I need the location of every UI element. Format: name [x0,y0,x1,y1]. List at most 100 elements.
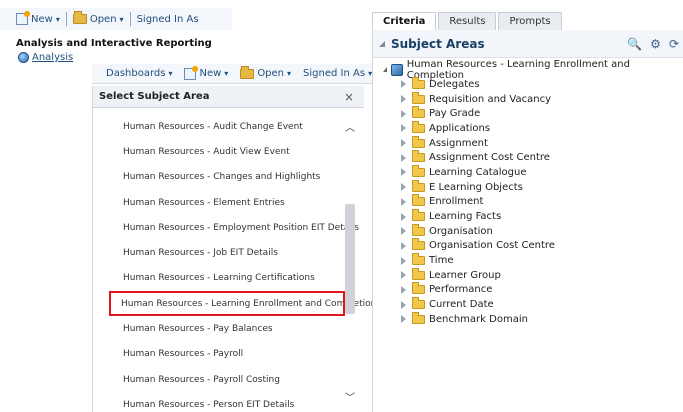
tree-folder[interactable]: Current Date [373,297,683,312]
subject-area-icon [391,63,403,76]
secondary-toolbar: Dashboards ▾ New ▾ Open ▾ Signed In As ▾ [92,64,372,84]
folder-icon [412,267,425,280]
tree-folder[interactable]: Applications [373,120,683,136]
folder-icon [412,150,425,163]
list-item[interactable]: Human Resources - Learning Certification… [93,266,345,291]
new-menu-button[interactable]: New ▾ [16,11,60,25]
tree-folder[interactable]: Learning Catalogue [373,164,683,180]
list-item[interactable]: Human Resources - Job EIT Details [93,240,345,265]
tree-root[interactable]: Human Resources - Learning Enrollment an… [373,59,683,81]
tree-folder-label: Learning Catalogue [429,166,527,178]
tree-folder-label: Learning Facts [429,211,502,223]
tab-criteria[interactable]: Criteria [372,12,437,30]
expand-icon[interactable] [401,168,406,177]
subject-areas-panel: Subject Areas 🔍 ⚙ ⟳ Human Resources - Le… [372,30,683,412]
collapse-icon[interactable] [379,40,385,47]
expand-icon[interactable] [401,183,406,192]
tree-folder-label: Performance [429,284,493,296]
list-item[interactable]: Human Resources - Employment Position EI… [93,215,359,240]
dialog-header: Select Subject Area × [93,86,364,108]
expand-icon[interactable] [401,315,406,324]
new-icon [16,11,30,25]
tree-folder[interactable]: Benchmark Domain [373,311,683,327]
analysis-link[interactable]: Analysis [18,52,73,63]
list-item[interactable]: Human Resources - Payroll [93,342,345,367]
signed-in-label: Signed In As [303,68,366,79]
expand-icon[interactable] [401,197,406,206]
tree-folder[interactable]: Requisition and Vacancy [373,91,683,107]
tree-folder[interactable]: Pay Grade [373,106,683,121]
expand-icon[interactable] [401,227,406,236]
tree-folder-label: Assignment [429,137,488,149]
new-menu-button[interactable]: New ▾ [184,65,228,80]
tree-folder-label: Time [429,255,454,267]
scroll-thumb[interactable] [345,204,355,314]
search-icon[interactable]: 🔍 [627,37,642,51]
subject-areas-title: Subject Areas [391,36,485,51]
folder-icon [412,120,425,133]
dashboards-menu-button[interactable]: Dashboards ▾ [106,68,172,79]
analysis-link-label: Analysis [32,52,74,63]
expand-icon[interactable] [401,124,406,133]
expand-icon[interactable] [401,241,406,250]
tree-folder[interactable]: Enrollment [373,194,683,210]
folder-icon [412,179,425,192]
tab-results[interactable]: Results [438,12,497,30]
tree-folder-label: Assignment Cost Centre [429,152,550,164]
close-icon[interactable]: × [344,90,354,104]
tree-folder-label: Applications [429,122,491,134]
tree-folder[interactable]: Learner Group [373,267,683,283]
signed-in-menu[interactable]: Signed In As [137,14,199,25]
view-options-icon[interactable]: ⚙ [650,37,661,51]
list-item[interactable]: Human Resources - Payroll Costing [93,367,345,392]
tree-folder[interactable]: Time [373,253,683,268]
dashboards-label: Dashboards [106,68,166,79]
tree-folder[interactable]: Performance [373,282,683,298]
expand-icon[interactable] [401,212,406,221]
subject-area-list: Human Resources - Audit Change Event Huma… [93,114,376,412]
toolbar-divider [65,12,67,26]
scroll-down-icon[interactable]: ﹀ [343,392,357,406]
tree-folder[interactable]: Organisation [373,223,683,239]
open-menu-button[interactable]: Open ▾ [72,11,124,25]
open-menu-button[interactable]: Open ▾ [240,65,291,79]
tree-folder[interactable]: Learning Facts [373,209,683,224]
scroll-up-icon[interactable]: ︿ [343,122,357,136]
expand-icon[interactable] [401,285,406,294]
list-item[interactable]: Human Resources - Audit Change Event [93,114,345,139]
list-item[interactable]: Human Resources - Changes and Highlights [93,165,345,190]
list-item[interactable]: Human Resources - Pay Balances [93,316,345,341]
folder-icon [412,76,425,89]
expand-icon[interactable] [401,80,406,89]
chevron-down-icon: ▾ [119,14,124,24]
expand-icon[interactable] [401,271,406,280]
scrollbar[interactable]: ︿ ﹀ [343,114,357,410]
list-item-selected[interactable]: Human Resources - Learning Enrollment an… [109,291,376,317]
expand-icon[interactable] [401,153,406,162]
expand-icon[interactable] [401,300,406,309]
expand-icon[interactable] [401,139,406,148]
tree-folder-label: Organisation [429,225,493,237]
list-item[interactable]: Human Resources - Element Entries [93,190,345,215]
tree-folder[interactable]: E Learning Objects [373,179,683,195]
list-item[interactable]: Human Resources - Person EIT Details [93,392,345,412]
tab-prompts[interactable]: Prompts [498,12,562,30]
tree-folder[interactable]: Assignment Cost Centre [373,150,683,165]
list-item[interactable]: Human Resources - Audit View Event [93,139,345,164]
expand-icon[interactable] [401,256,406,265]
tree-folder[interactable]: Organisation Cost Centre [373,238,683,254]
expand-icon[interactable] [401,95,406,104]
signed-in-menu[interactable]: Signed In As ▾ [303,68,372,79]
refresh-icon[interactable]: ⟳ [669,37,679,51]
folder-icon [412,282,425,295]
tree-root-label: Human Resources - Learning Enrollment an… [406,58,630,81]
tree-folder-label: Current Date [429,299,494,311]
folder-icon [412,311,425,324]
tree-folder[interactable]: Assignment [373,135,683,151]
folder-icon [412,91,425,104]
tree-folder-label: Requisition and Vacancy [429,93,552,105]
expand-icon[interactable] [401,109,406,118]
editor-tabs: Criteria Results Prompts [372,8,562,30]
expanded-icon[interactable] [383,67,387,72]
tree-folder-label: Enrollment [429,196,484,208]
